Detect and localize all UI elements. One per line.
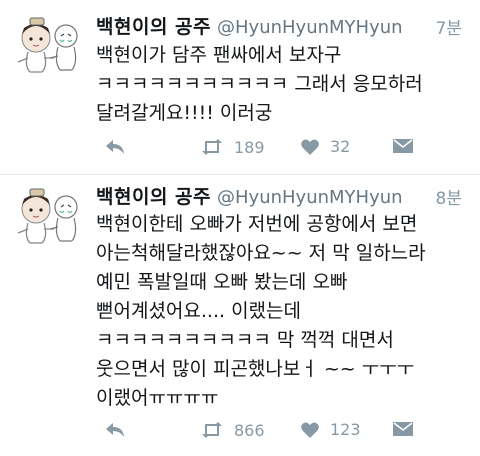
avatar[interactable] xyxy=(14,14,86,78)
tweet-header: 백현이의 공주 @HyunHyunMYHyun 7분 xyxy=(96,12,462,40)
envelope-icon xyxy=(393,139,413,153)
author-name[interactable]: 백현이의 공주 xyxy=(96,16,211,38)
like-button[interactable]: 32 xyxy=(300,137,350,156)
author-handle[interactable]: @HyunHyunMYHyun xyxy=(217,17,403,38)
reply-icon xyxy=(106,423,124,437)
avatar-illustration-icon xyxy=(17,17,78,73)
retweet-button[interactable]: 189 xyxy=(200,137,265,157)
author-name[interactable]: 백현이의 공주 xyxy=(96,186,211,208)
timestamp[interactable]: 8분 xyxy=(436,184,462,209)
dm-button[interactable] xyxy=(392,137,414,155)
heart-icon xyxy=(301,139,319,155)
tweet-actions: 189 32 xyxy=(96,137,460,163)
retweet-button[interactable]: 866 xyxy=(200,420,265,440)
heart-icon xyxy=(301,422,319,438)
tweet-text: 백현이가 담주 팬싸에서 보자구 ㅋㅋㅋㅋㅋㅋㅋㅋㅋㅋㅋ 그래서 응모하러 달려… xyxy=(96,44,423,124)
retweet-icon xyxy=(202,139,222,155)
tweet-text: 백현이한테 오빠가 저번에 공항에서 보면 아는척해달라했잖아요~~ 저 막 일… xyxy=(96,213,426,409)
retweet-icon xyxy=(202,422,222,438)
tweet-1[interactable]: 백현이의 공주 @HyunHyunMYHyun 7분 백현이가 담주 팬싸에서 보… xyxy=(0,0,480,174)
retweet-count: 866 xyxy=(234,420,265,440)
author-handle[interactable]: @HyunHyunMYHyun xyxy=(217,187,403,208)
avatar[interactable] xyxy=(14,185,86,249)
tweet-actions: 866 123 xyxy=(96,420,460,446)
like-count: 32 xyxy=(330,137,351,156)
dm-button[interactable] xyxy=(392,420,414,438)
tweet-header: 백현이의 공주 @HyunHyunMYHyun 8분 xyxy=(96,182,462,210)
retweet-count: 189 xyxy=(234,137,265,157)
like-button[interactable]: 123 xyxy=(300,420,361,439)
like-count: 123 xyxy=(330,420,361,439)
reply-icon xyxy=(106,140,124,154)
tweet-2[interactable]: 백현이의 공주 @HyunHyunMYHyun 8분 백현이한테 오빠가 저번에 … xyxy=(0,175,480,456)
timestamp[interactable]: 7분 xyxy=(436,14,462,39)
avatar-illustration-icon xyxy=(17,188,78,244)
reply-button[interactable] xyxy=(104,420,126,440)
reply-button[interactable] xyxy=(104,137,126,157)
envelope-icon xyxy=(393,422,413,436)
